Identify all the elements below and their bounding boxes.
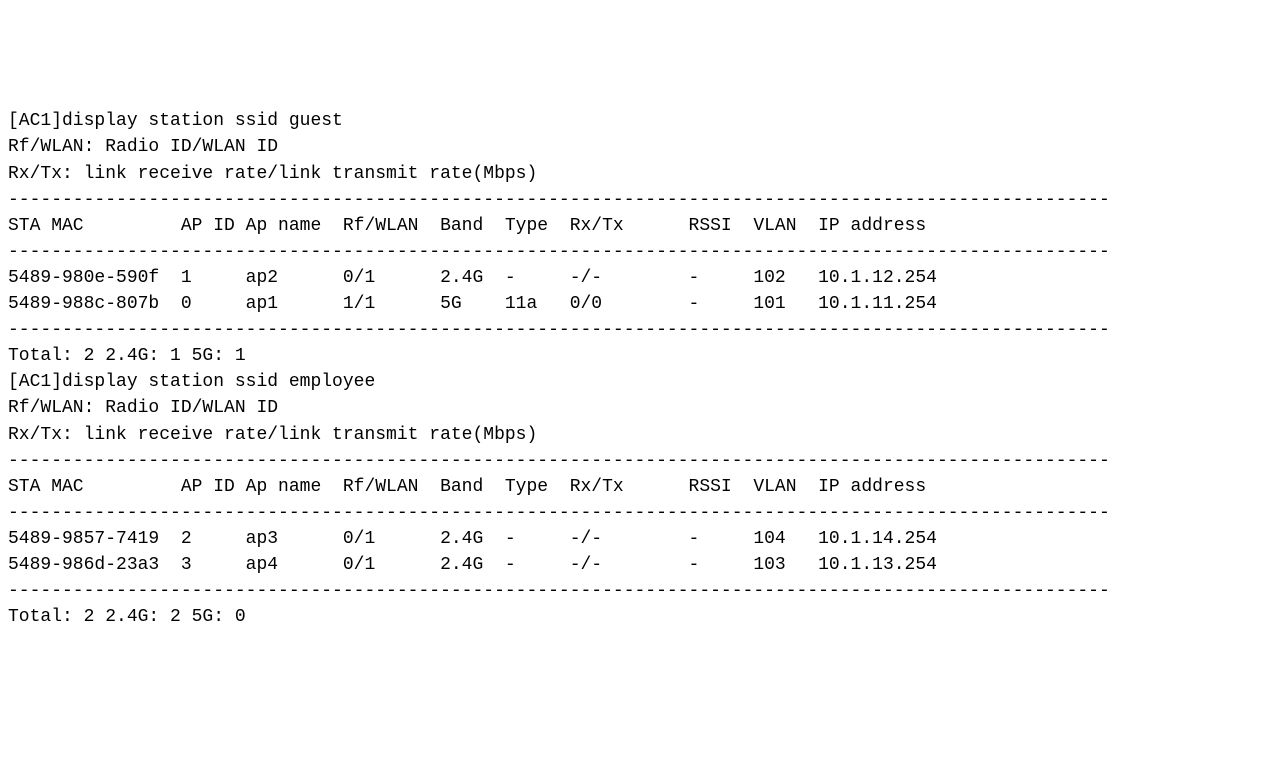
terminal-output: [AC1]display station ssid guest Rf/WLAN:… — [8, 108, 1279, 630]
